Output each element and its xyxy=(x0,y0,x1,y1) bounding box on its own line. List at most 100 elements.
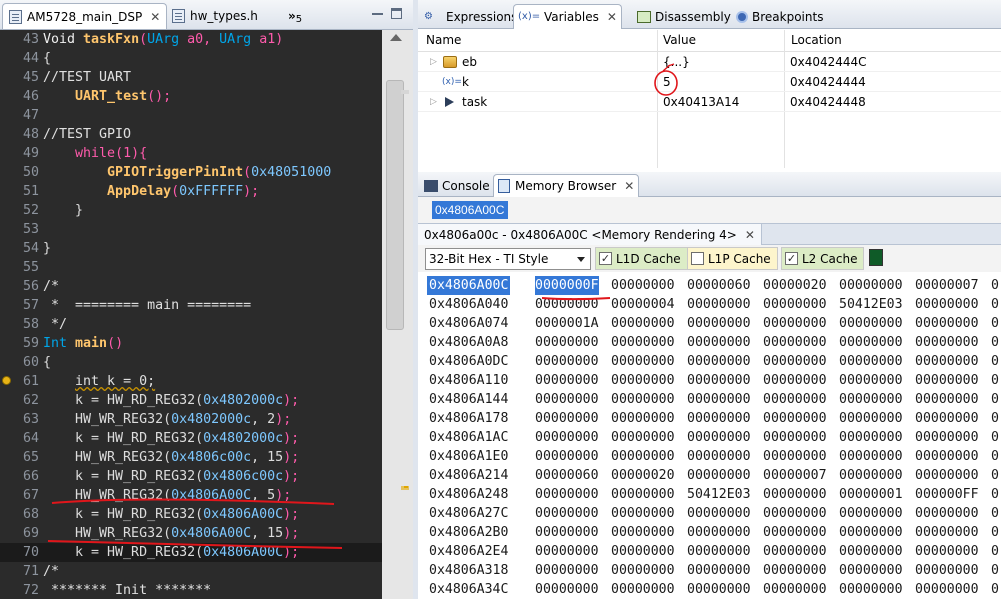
code-line[interactable]: 52 } xyxy=(0,201,382,220)
memory-cell[interactable]: 00000000 xyxy=(535,542,599,561)
memory-cell[interactable]: 00000020 xyxy=(763,276,827,295)
memory-address[interactable]: 0x4806A110 xyxy=(429,371,508,390)
code-line[interactable]: 44 { xyxy=(0,49,382,68)
l1d-cache-toggle[interactable]: ✓ L1D Cache xyxy=(595,247,688,270)
memory-cell[interactable]: 0 xyxy=(991,390,999,409)
memory-cell[interactable]: 00000000 xyxy=(611,485,675,504)
memory-address[interactable]: 0x4806A248 xyxy=(429,485,508,504)
memory-cell[interactable]: 00000000 xyxy=(687,390,751,409)
memory-cell[interactable]: 0 xyxy=(991,428,999,447)
memory-address[interactable]: 0x4806A27C xyxy=(429,504,508,523)
scrollbar-thumb[interactable] xyxy=(386,80,404,330)
memory-cell[interactable]: 00000000 xyxy=(535,447,599,466)
memory-cell[interactable]: 00000000 xyxy=(915,333,979,352)
memory-cell[interactable]: 00000000 xyxy=(535,580,599,599)
memory-cell[interactable]: 0 xyxy=(991,447,999,466)
tab-expressions[interactable]: ⚙ Expressions xyxy=(420,4,521,29)
memory-cell[interactable]: 00000000 xyxy=(763,523,827,542)
memory-cell[interactable]: 00000007 xyxy=(763,466,827,485)
code-line[interactable]: 46 UART_test(); xyxy=(0,87,382,106)
tab-disassembly[interactable]: Disassembly xyxy=(633,4,735,29)
memory-cell[interactable]: 00000000 xyxy=(535,409,599,428)
code-line[interactable]: 63 HW_WR_REG32(0x4802000c, 2); xyxy=(0,410,382,429)
memory-address[interactable]: 0x4806A144 xyxy=(429,390,508,409)
code-line[interactable]: 69 HW_WR_REG32(0x4806A00C, 15); xyxy=(0,524,382,543)
memory-address[interactable]: 0x4806A1E0 xyxy=(429,447,508,466)
memory-cell[interactable]: 0000001A xyxy=(535,314,599,333)
variable-row-k[interactable]: (x)= k 5 0x40424444 xyxy=(418,72,1001,92)
memory-cell[interactable]: 00000000 xyxy=(763,504,827,523)
memory-cell[interactable]: 00000000 xyxy=(687,447,751,466)
memory-cell[interactable]: 00000000 xyxy=(915,295,979,314)
memory-cell[interactable]: 00000000 xyxy=(839,542,903,561)
memory-cell[interactable]: 00000000 xyxy=(839,276,903,295)
memory-grid[interactable]: 0x4806A00C 0000000F 00000000 00000060 000000… xyxy=(418,272,1001,599)
memory-cell[interactable]: 00000000 xyxy=(611,314,675,333)
checkbox-checked[interactable]: ✓ xyxy=(599,252,612,265)
memory-cell[interactable]: 0 xyxy=(991,276,999,295)
memory-cell[interactable]: 00000000 xyxy=(611,523,675,542)
memory-cell[interactable]: 00000000 xyxy=(839,371,903,390)
memory-cell[interactable]: 00000000 xyxy=(535,561,599,580)
scroll-up-icon[interactable] xyxy=(390,34,402,41)
code-line[interactable]: 72 ******* Init ******* xyxy=(0,581,382,599)
variable-value[interactable]: {...} xyxy=(663,55,690,69)
code-line[interactable]: 51 AppDelay(0xFFFFFF); xyxy=(0,182,382,201)
memory-cell[interactable]: 00000000 xyxy=(915,466,979,485)
memory-cell[interactable]: 00000000 xyxy=(763,542,827,561)
memory-cell[interactable]: 00000000 xyxy=(687,409,751,428)
variable-value[interactable]: 5 xyxy=(663,75,671,89)
tab-memory-rendering[interactable]: 0x4806a00c - 0x4806A00C <Memory Renderin… xyxy=(418,224,762,246)
memory-cell[interactable]: 00000000 xyxy=(611,333,675,352)
code-line[interactable]: 55 xyxy=(0,258,382,277)
tab-am5728-main-dsp[interactable]: AM5728_main_DSP ✕ xyxy=(2,3,168,29)
code-line[interactable]: 61 int k = 0; xyxy=(0,372,382,391)
memory-cell[interactable]: 00000000 xyxy=(915,542,979,561)
code-line[interactable]: 50 GPIOTriggerPinInt(0x48051000 xyxy=(0,163,382,182)
memory-cell[interactable]: 00000000 xyxy=(763,561,827,580)
memory-cell[interactable]: 00000000 xyxy=(687,466,751,485)
memory-cell[interactable]: 00000000 xyxy=(611,390,675,409)
memory-cell[interactable]: 00000000 xyxy=(763,352,827,371)
memory-row[interactable]: 0x4806A2E4 00000000 00000000 00000000 000000… xyxy=(418,542,1001,561)
memory-cell[interactable]: 00000000 xyxy=(839,561,903,580)
memory-cell[interactable]: 00000000 xyxy=(687,428,751,447)
memory-cell[interactable]: 00000000 xyxy=(535,485,599,504)
memory-cell[interactable]: 00000001 xyxy=(839,485,903,504)
memory-cell[interactable]: 00000000 xyxy=(763,314,827,333)
memory-row[interactable]: 0x4806A0A8 00000000 00000000 00000000 000000… xyxy=(418,333,1001,352)
code-line[interactable]: 59 Int main() xyxy=(0,334,382,353)
memory-row[interactable]: 0x4806A318 00000000 00000000 00000000 000000… xyxy=(418,561,1001,580)
memory-cell[interactable]: 00000000 xyxy=(839,352,903,371)
memory-cell[interactable]: 00000000 xyxy=(687,504,751,523)
code-line[interactable]: 60 { xyxy=(0,353,382,372)
memory-cell[interactable]: 000000FF xyxy=(915,485,979,504)
memory-cell[interactable]: 00000000 xyxy=(687,561,751,580)
minimize-icon[interactable] xyxy=(372,8,383,19)
memory-cell[interactable]: 00000000 xyxy=(839,504,903,523)
expand-arrow-icon[interactable]: ▷ xyxy=(430,57,437,67)
maximize-icon[interactable] xyxy=(391,8,402,19)
memory-cell[interactable]: 00000000 xyxy=(611,371,675,390)
checkbox-checked[interactable]: ✓ xyxy=(785,252,798,265)
memory-cell[interactable]: 00000000 xyxy=(687,314,751,333)
memory-row[interactable]: 0x4806A248 00000000 00000000 50412E03 000000… xyxy=(418,485,1001,504)
memory-address[interactable]: 0x4806A2B0 xyxy=(429,523,508,542)
memory-cell[interactable]: 00000000 xyxy=(839,580,903,599)
memory-cell[interactable]: 00000000 xyxy=(611,447,675,466)
memory-row[interactable]: 0x4806A074 0000001A 00000000 00000000 000000… xyxy=(418,314,1001,333)
memory-cell[interactable]: 00000000 xyxy=(687,580,751,599)
memory-cell[interactable]: 0 xyxy=(991,333,999,352)
code-line[interactable]: 54} xyxy=(0,239,382,258)
variable-value[interactable]: 0x40413A14 xyxy=(663,95,739,109)
memory-cell[interactable]: 00000000 xyxy=(687,295,751,314)
memory-cell[interactable]: 0 xyxy=(991,314,999,333)
memory-cell[interactable]: 00000000 xyxy=(915,561,979,580)
memory-cell[interactable]: 00000000 xyxy=(915,409,979,428)
memory-cell[interactable]: 50412E03 xyxy=(839,295,903,314)
tab-console[interactable]: Console xyxy=(420,174,494,197)
memory-cell[interactable]: 00000007 xyxy=(915,276,979,295)
memory-row[interactable]: 0x4806A214 00000060 00000020 00000000 000000… xyxy=(418,466,1001,485)
memory-address[interactable]: 0x4806A00C xyxy=(427,276,511,295)
l2-cache-toggle[interactable]: ✓ L2 Cache xyxy=(781,247,865,270)
